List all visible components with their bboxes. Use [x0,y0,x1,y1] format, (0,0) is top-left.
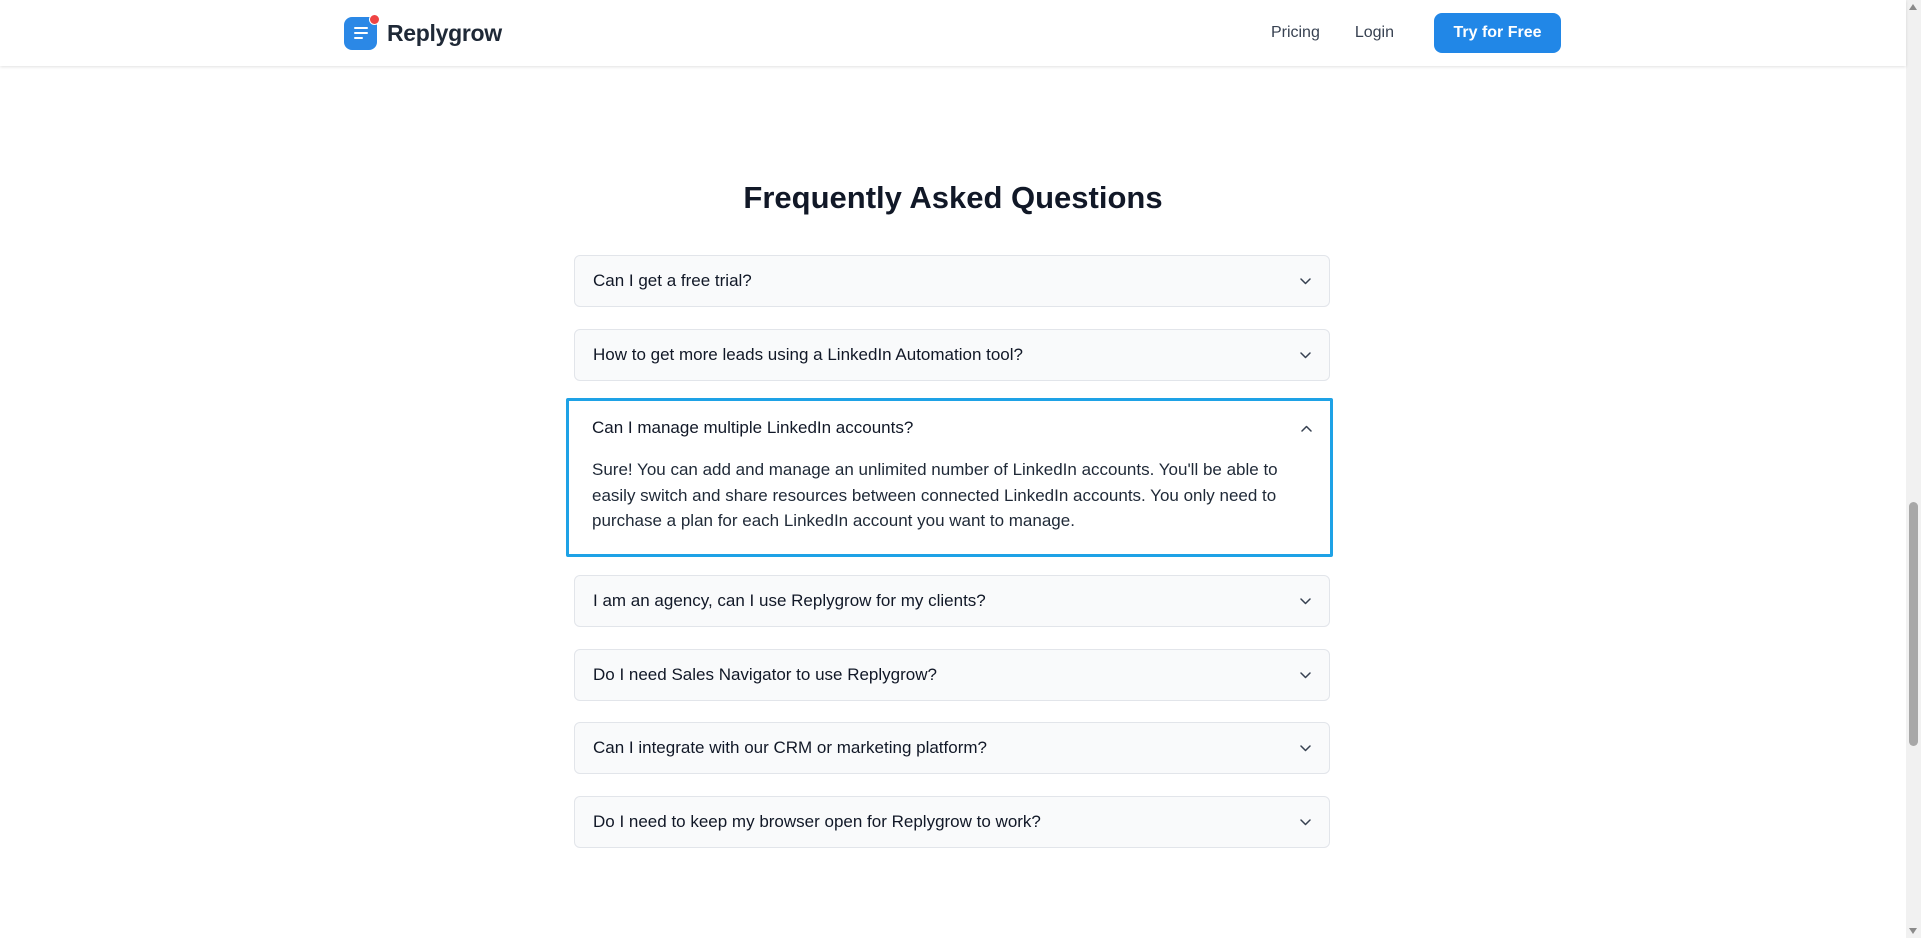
faq-question-row[interactable]: Do I need to keep my browser open for Re… [575,797,1329,847]
faq-item[interactable]: Do I need Sales Navigator to use Replygr… [574,649,1330,701]
chevron-down-icon [1299,349,1311,361]
faq-question-row[interactable]: I am an agency, can I use Replygrow for … [575,576,1329,626]
faq-question-row[interactable]: Do I need Sales Navigator to use Replygr… [575,650,1329,700]
notification-dot [369,13,380,25]
try-for-free-button[interactable]: Try for Free [1434,13,1561,53]
faq-item[interactable]: I am an agency, can I use Replygrow for … [574,575,1330,627]
chevron-down-icon [1299,816,1311,828]
faq-item[interactable]: How to get more leads using a LinkedIn A… [574,329,1330,381]
faq-question: Do I need to keep my browser open for Re… [593,812,1041,831]
faq-question-row[interactable]: Can I integrate with our CRM or marketin… [575,723,1329,773]
chevron-down-icon [1299,275,1311,287]
logo-text: Replygrow [387,19,502,46]
faq-question: Can I integrate with our CRM or marketin… [593,738,987,757]
chevron-down-icon [1299,595,1311,607]
replygrow-logo-icon [344,13,380,50]
faq-question: Do I need Sales Navigator to use Replygr… [593,665,937,684]
chevron-down-icon [1299,669,1311,681]
faq-question-row[interactable]: Can I get a free trial? [575,256,1329,306]
nav-link-pricing[interactable]: Pricing [1271,24,1320,42]
faq-title: Frequently Asked Questions [743,180,1163,215]
scroll-down-arrow-icon[interactable] [1909,928,1917,934]
faq-item[interactable]: Can I get a free trial? [574,255,1330,307]
logo-link[interactable]: Replygrow [344,13,502,51]
menu-lines-icon [353,27,368,39]
faq-item[interactable]: Can I integrate with our CRM or marketin… [574,722,1330,774]
faq-question-row[interactable]: How to get more leads using a LinkedIn A… [575,330,1329,380]
site-header: Replygrow Pricing Login Try for Free [0,0,1906,66]
faq-question-row[interactable]: Can I manage multiple LinkedIn accounts? [569,401,1330,455]
chevron-up-icon [1300,422,1312,434]
faq-question: Can I get a free trial? [593,271,752,290]
chevron-down-icon [1299,742,1311,754]
nav-link-login[interactable]: Login [1355,24,1394,42]
vertical-scrollbar[interactable] [1906,0,1921,938]
faq-question: Can I manage multiple LinkedIn accounts? [592,418,914,437]
faq-question: How to get more leads using a LinkedIn A… [593,345,1023,364]
faq-item-expanded[interactable]: Can I manage multiple LinkedIn accounts?… [566,398,1333,557]
top-nav: Pricing Login Try for Free [1271,13,1561,53]
faq-answer: Sure! You can add and manage an unlimite… [592,460,1278,530]
scroll-up-arrow-icon[interactable] [1909,4,1917,10]
faq-item[interactable]: Do I need to keep my browser open for Re… [574,796,1330,848]
scrollbar-thumb[interactable] [1909,502,1918,746]
faq-question: I am an agency, can I use Replygrow for … [593,591,986,610]
